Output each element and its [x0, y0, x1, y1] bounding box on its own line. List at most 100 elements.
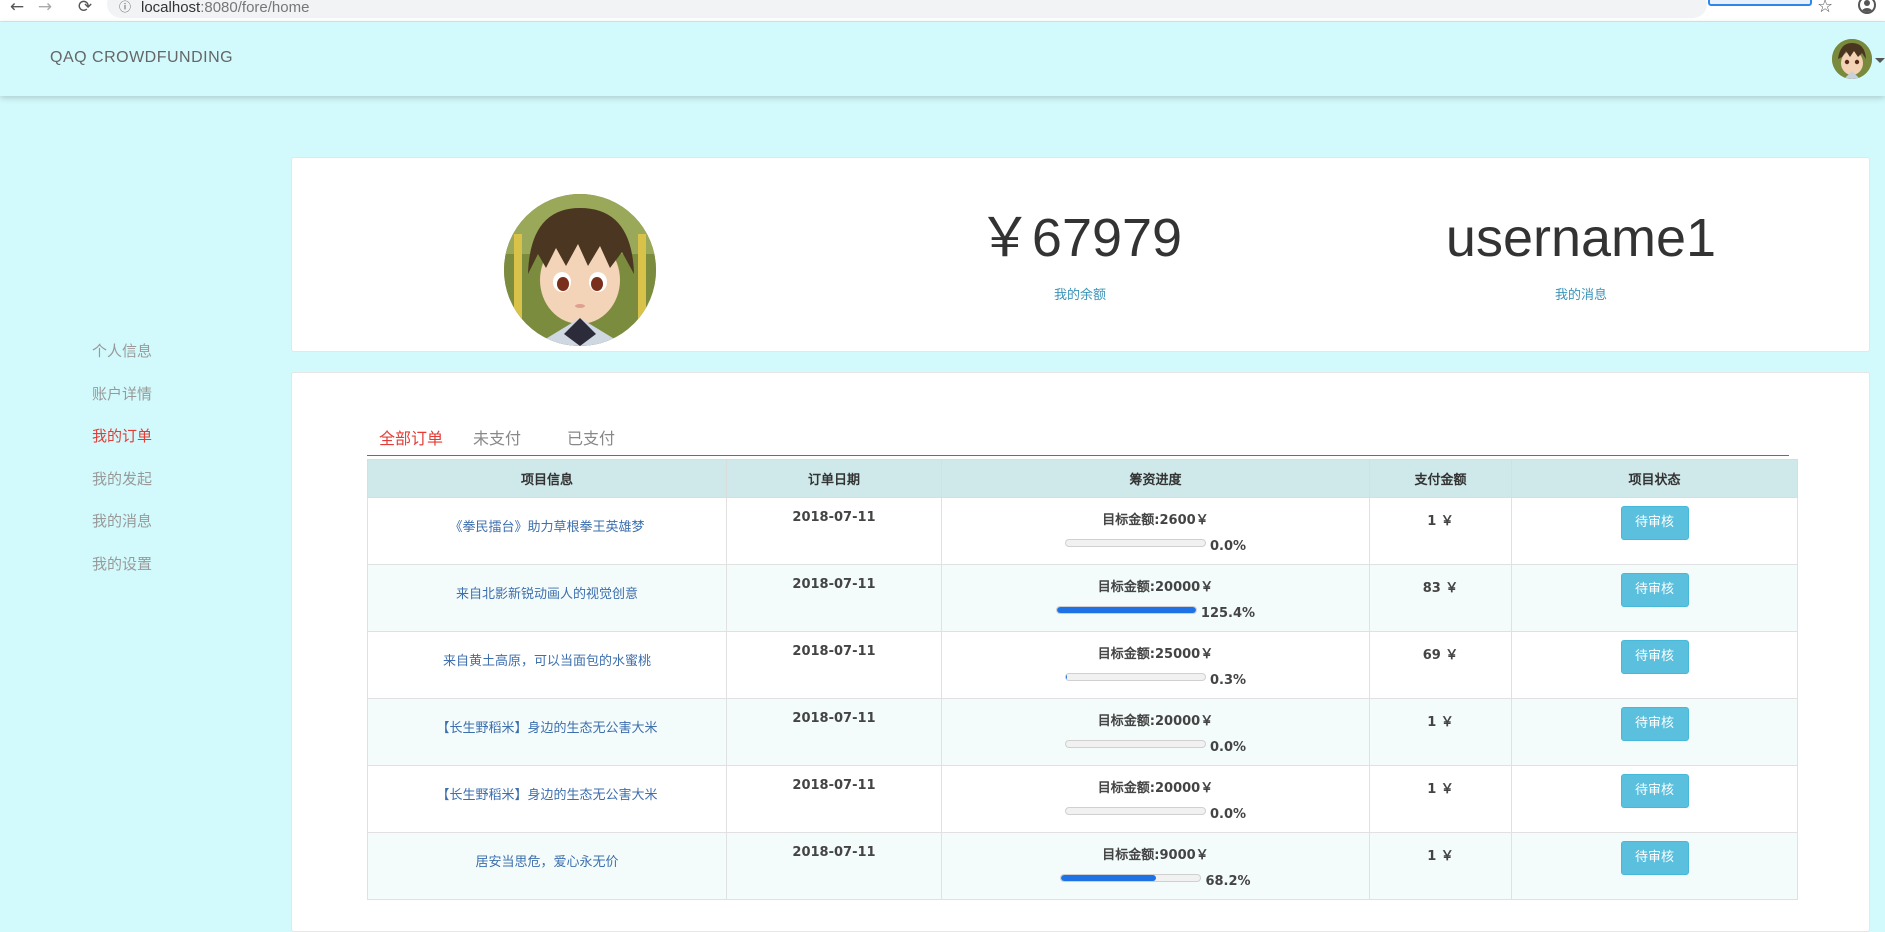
project-link[interactable]: 《拳民擂台》助力草根拳王英雄梦	[368, 516, 726, 535]
url-path: :8080/fore/home	[200, 0, 309, 16]
account-icon[interactable]	[1858, 0, 1876, 14]
goal-amount: 目标金额:20000￥	[942, 710, 1369, 729]
order-date: 2018-07-11	[727, 711, 941, 726]
url-host: localhost	[141, 0, 200, 16]
date-cell: 2018-07-11	[727, 632, 942, 699]
orders-table-body: 《拳民擂台》助力草根拳王英雄梦2018-07-11目标金额:2600￥0.0%1…	[368, 498, 1798, 900]
profile-summary-card: ￥67979 我的余额 username1 我的消息	[291, 157, 1870, 352]
project-link[interactable]: 居安当思危，爱心永无价	[368, 851, 726, 870]
balance-label[interactable]: 我的余额	[880, 284, 1280, 303]
paid-amount: 1 ￥	[1370, 778, 1511, 797]
profile-avatar[interactable]	[504, 194, 656, 346]
progress-bar	[1065, 539, 1206, 547]
username-block: username1 我的消息	[1381, 206, 1781, 303]
status-cell: 待审核	[1512, 632, 1798, 699]
progress-bar	[1065, 740, 1206, 748]
progress-bar	[1060, 874, 1201, 882]
progress-cell: 目标金额:25000￥ 0.3%	[942, 632, 1370, 699]
project-cell: 《拳民擂台》助力草根拳王英雄梦	[368, 498, 727, 565]
goal-amount: 目标金额:20000￥	[942, 777, 1369, 796]
table-row: 《拳民擂台》助力草根拳王英雄梦2018-07-11目标金额:2600￥ 0.0% 1…	[368, 498, 1798, 565]
sidebar-item-my-settings[interactable]: 我的设置	[92, 548, 232, 591]
progress-cell: 目标金额:20000￥ 0.0%	[942, 766, 1370, 833]
progress-row: 0.0%	[942, 803, 1369, 819]
status-button[interactable]: 待审核	[1621, 841, 1689, 875]
messages-label[interactable]: 我的消息	[1381, 284, 1781, 303]
tab-unpaid[interactable]: 未支付	[471, 423, 523, 455]
order-date: 2018-07-11	[727, 778, 941, 793]
status-button[interactable]: 待审核	[1621, 707, 1689, 741]
progress-percent: 125.4%	[1201, 606, 1255, 621]
column-header: 项目状态	[1512, 460, 1798, 498]
paid-amount: 1 ￥	[1370, 711, 1511, 730]
bookmark-star-icon[interactable]: ☆	[1817, 0, 1833, 17]
sidebar-menu: 个人信息 账户详情 我的订单 我的发起 我的消息 我的设置	[92, 335, 232, 590]
sidebar-item-my-orders[interactable]: 我的订单	[92, 420, 232, 463]
project-link[interactable]: 来自北影新锐动画人的视觉创意	[368, 583, 726, 602]
progress-cell: 目标金额:9000￥ 68.2%	[942, 833, 1370, 900]
order-date: 2018-07-11	[727, 845, 941, 860]
column-header: 项目信息	[368, 460, 727, 498]
amount-cell: 83 ￥	[1370, 565, 1512, 632]
progress-bar	[1056, 606, 1197, 614]
balance-block: ￥67979 我的余额	[880, 206, 1280, 303]
project-cell: 来自黄土高原，可以当面包的水蜜桃	[368, 632, 727, 699]
project-link[interactable]: 【长生野稻米】身边的生态无公害大米	[368, 717, 726, 736]
table-row: 【长生野稻米】身边的生态无公害大米2018-07-11目标金额:20000￥ 0.…	[368, 699, 1798, 766]
progress-bar	[1065, 807, 1206, 815]
table-row: 来自黄土高原，可以当面包的水蜜桃2018-07-11目标金额:25000￥ 0.3…	[368, 632, 1798, 699]
forward-arrow-icon[interactable]: →	[34, 0, 56, 18]
orders-card: 全部订单 未支付 已支付 项目信息 订单日期 筹资进度 支付金额 项目状态 《拳…	[291, 372, 1870, 932]
status-button[interactable]: 待审核	[1621, 774, 1689, 808]
status-cell: 待审核	[1512, 766, 1798, 833]
progress-percent: 0.0%	[1210, 740, 1246, 755]
table-row: 居安当思危，爱心永无价2018-07-11目标金额:9000￥ 68.2%1 ￥ 待…	[368, 833, 1798, 900]
table-row: 来自北影新锐动画人的视觉创意2018-07-11目标金额:20000￥125.4…	[368, 565, 1798, 632]
progress-cell: 目标金额:20000￥125.4%	[942, 565, 1370, 632]
amount-cell: 1 ￥	[1370, 833, 1512, 900]
extension-button[interactable]	[1708, 0, 1812, 6]
sidebar-item-my-messages[interactable]: 我的消息	[92, 505, 232, 548]
address-bar[interactable]: ⓘ localhost:8080/fore/home	[107, 0, 1707, 18]
status-button[interactable]: 待审核	[1621, 573, 1689, 607]
progress-row: 0.3%	[942, 669, 1369, 685]
anime-avatar-icon[interactable]	[1832, 39, 1872, 79]
site-info-icon[interactable]: ⓘ	[119, 0, 131, 15]
date-cell: 2018-07-11	[727, 498, 942, 565]
tab-all-orders[interactable]: 全部订单	[377, 423, 445, 455]
status-cell: 待审核	[1512, 498, 1798, 565]
progress-percent: 0.0%	[1210, 539, 1246, 554]
sidebar-item-my-projects[interactable]: 我的发起	[92, 463, 232, 506]
reload-icon[interactable]: ⟳	[74, 0, 96, 18]
status-cell: 待审核	[1512, 833, 1798, 900]
table-row: 【长生野稻米】身边的生态无公害大米2018-07-11目标金额:20000￥ 0.…	[368, 766, 1798, 833]
progress-row: 68.2%	[942, 870, 1369, 886]
back-arrow-icon[interactable]: ←	[6, 0, 28, 18]
status-button[interactable]: 待审核	[1621, 640, 1689, 674]
goal-amount: 目标金额:25000￥	[942, 643, 1369, 662]
amount-cell: 1 ￥	[1370, 498, 1512, 565]
project-link[interactable]: 来自黄土高原，可以当面包的水蜜桃	[368, 650, 726, 669]
date-cell: 2018-07-11	[727, 766, 942, 833]
tab-paid[interactable]: 已支付	[565, 423, 617, 455]
sidebar-item-personal-info[interactable]: 个人信息	[92, 335, 232, 378]
goal-amount: 目标金额:9000￥	[942, 844, 1369, 863]
progress-percent: 0.0%	[1210, 807, 1246, 822]
progress-cell: 目标金额:2600￥ 0.0%	[942, 498, 1370, 565]
goal-amount: 目标金额:2600￥	[942, 509, 1369, 528]
status-button[interactable]: 待审核	[1621, 506, 1689, 540]
project-cell: 居安当思危，爱心永无价	[368, 833, 727, 900]
progress-row: 125.4%	[942, 602, 1369, 618]
status-cell: 待审核	[1512, 565, 1798, 632]
date-cell: 2018-07-11	[727, 699, 942, 766]
order-date: 2018-07-11	[727, 577, 941, 592]
project-link[interactable]: 【长生野稻米】身边的生态无公害大米	[368, 784, 726, 803]
sidebar-item-account-details[interactable]: 账户详情	[92, 378, 232, 421]
progress-row: 0.0%	[942, 535, 1369, 551]
amount-cell: 69 ￥	[1370, 632, 1512, 699]
brand-logo[interactable]: QAQ CROWDFUNDING	[50, 49, 233, 67]
caret-down-icon[interactable]	[1875, 58, 1885, 63]
project-cell: 【长生野稻米】身边的生态无公害大米	[368, 766, 727, 833]
progress-fill	[1061, 875, 1156, 881]
orders-table: 项目信息 订单日期 筹资进度 支付金额 项目状态 《拳民擂台》助力草根拳王英雄梦…	[367, 459, 1798, 900]
